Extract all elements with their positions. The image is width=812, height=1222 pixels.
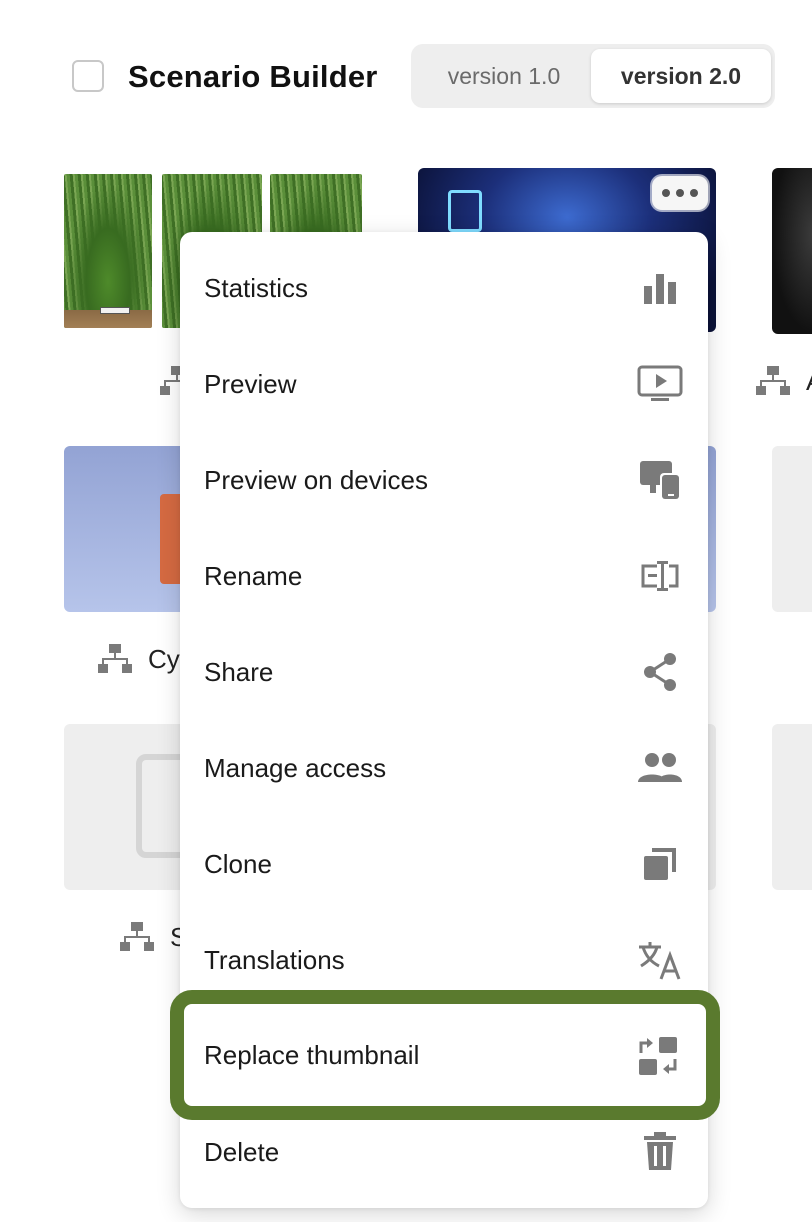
swap-image-icon bbox=[634, 1034, 682, 1078]
play-screen-icon bbox=[636, 364, 684, 404]
rename-cursor-icon bbox=[636, 556, 684, 596]
menu-item-label: Translations bbox=[204, 945, 345, 975]
page-title: Scenario Builder bbox=[128, 59, 378, 94]
card-title: S bbox=[170, 921, 180, 952]
menu-item-rename[interactable]: Rename bbox=[180, 528, 708, 624]
card-title: Cy bbox=[148, 643, 180, 674]
menu-item-label: Statistics bbox=[204, 273, 309, 303]
select-all-checkbox[interactable] bbox=[72, 60, 104, 92]
menu-item-share[interactable]: Share bbox=[180, 624, 708, 720]
translate-icon bbox=[636, 940, 684, 980]
menu-item-manage-access[interactable]: Manage access bbox=[180, 720, 708, 816]
menu-item-label: Rename bbox=[204, 561, 303, 591]
trash-icon bbox=[636, 1132, 684, 1172]
menu-item-clone[interactable]: Clone bbox=[180, 816, 708, 912]
menu-item-translations[interactable]: Translations bbox=[180, 912, 708, 1008]
menu-item-label: Clone bbox=[204, 849, 272, 879]
card-thumbnail-grass-1[interactable] bbox=[64, 174, 152, 328]
version-2-option[interactable]: version 2.0 bbox=[591, 49, 771, 103]
scenario-tree-icon bbox=[120, 922, 154, 951]
menu-item-label: Replace thumbnail bbox=[204, 1040, 420, 1070]
dot-icon bbox=[662, 189, 670, 197]
menu-item-label: Manage access bbox=[204, 753, 387, 783]
card-thumbnail-gray[interactable] bbox=[772, 446, 812, 612]
thumbnail-panel bbox=[448, 190, 482, 232]
clone-icon bbox=[636, 844, 684, 884]
version-1-option[interactable]: version 1.0 bbox=[417, 49, 591, 103]
card-title: A bbox=[806, 366, 812, 397]
card-thumbnail-gray[interactable] bbox=[772, 724, 812, 890]
card-caption-row2-col1: Cy bbox=[98, 640, 180, 678]
version-toggle: version 1.0 version 2.0 bbox=[411, 44, 775, 108]
more-options-button[interactable] bbox=[652, 176, 708, 210]
card-caption-row3-col1: S bbox=[120, 918, 180, 956]
menu-item-delete[interactable]: Delete bbox=[180, 1104, 708, 1200]
menu-item-statistics[interactable]: Statistics bbox=[180, 240, 708, 336]
menu-item-preview-on-devices[interactable]: Preview on devices bbox=[180, 432, 708, 528]
thumbnail-label-sign bbox=[100, 307, 130, 314]
devices-icon bbox=[636, 460, 684, 500]
menu-item-label: Preview bbox=[204, 369, 297, 399]
people-icon bbox=[636, 748, 684, 788]
bar-chart-icon bbox=[636, 268, 684, 308]
dot-icon bbox=[676, 189, 684, 197]
menu-item-replace-thumbnail[interactable]: Replace thumbnail bbox=[184, 1004, 706, 1106]
menu-item-label: Preview on devices bbox=[204, 465, 428, 495]
scenario-tree-icon bbox=[756, 366, 790, 395]
card-thumbnail-dark[interactable] bbox=[772, 168, 812, 334]
menu-item-label: Share bbox=[204, 657, 274, 687]
scenario-tree-icon bbox=[98, 644, 132, 673]
menu-item-preview[interactable]: Preview bbox=[180, 336, 708, 432]
share-icon bbox=[636, 652, 684, 692]
card-caption-row1-col3: A bbox=[756, 364, 812, 398]
menu-item-label: Delete bbox=[204, 1137, 280, 1167]
dot-icon bbox=[690, 189, 698, 197]
